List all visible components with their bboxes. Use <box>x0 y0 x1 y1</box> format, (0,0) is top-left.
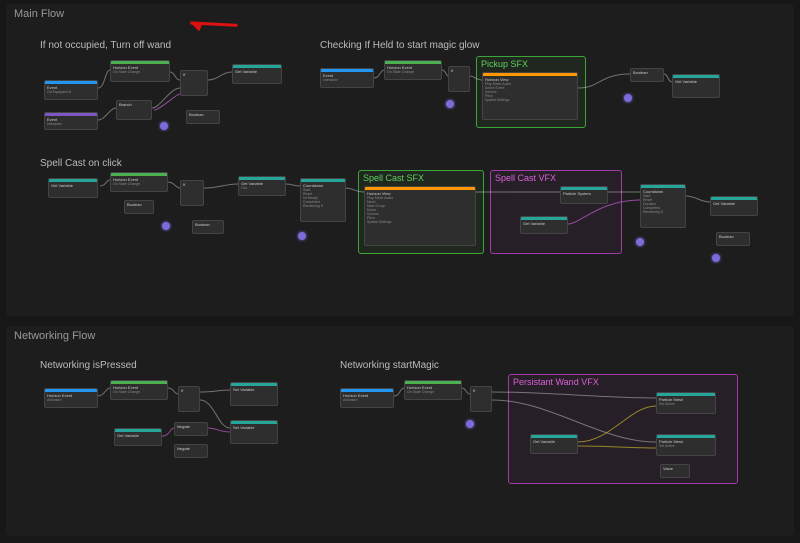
node-orb-3[interactable] <box>624 94 632 102</box>
node-play-audio-1[interactable]: Horizon View Play Mesh Audio Active Even… <box>482 72 578 120</box>
node-negate-2[interactable]: Negate <box>174 444 208 458</box>
node-set-variable-1[interactable]: Set Variable <box>230 382 278 406</box>
node-orb-4[interactable] <box>162 222 170 230</box>
node-net-event-1[interactable]: Horizon Event Activated <box>44 388 98 408</box>
node-branch[interactable]: Branch <box>116 100 152 120</box>
node-net-get-variable[interactable]: Get Variable <box>114 428 162 446</box>
node-boolean-2[interactable]: Boolean <box>630 68 664 82</box>
node-net-if-2[interactable]: If <box>470 386 492 412</box>
node-net-state-1[interactable]: Horizon Event On State Change <box>110 380 168 400</box>
node-orb-1[interactable] <box>160 122 168 130</box>
section-title-networking: Networking Flow <box>6 326 794 346</box>
node-set-active-1[interactable]: Particle Mesh Set Active <box>656 392 716 414</box>
node-set-active-2[interactable]: Particle Mesh Set Active <box>656 434 716 456</box>
node-particle-system[interactable]: Particle System <box>560 186 608 204</box>
node-orb-6[interactable] <box>636 238 644 246</box>
node-interactor-2[interactable]: Event Interactor <box>320 68 374 88</box>
node-if-2[interactable]: If <box>448 66 470 92</box>
node-boolean-3[interactable]: Boolean <box>716 232 750 246</box>
group-title-persist-vfx: Persistant Wand VFX <box>513 377 733 387</box>
node-interactor[interactable]: Event Interactor <box>44 112 98 130</box>
node-state-change-1[interactable]: Horizon Event On State Change <box>110 60 170 82</box>
node-net-get-variable-2[interactable]: Get Variable <box>530 434 578 454</box>
group-title-pickup-sfx: Pickup SFX <box>481 59 581 69</box>
node-set-variable-2[interactable]: Set Variable <box>230 420 278 444</box>
node-net-state-2[interactable]: Horizon Event On State Change <box>404 380 462 400</box>
node-get-variable-sc[interactable]: Get Variable <box>48 178 98 198</box>
node-get-variable-3[interactable]: Get Variable Out <box>238 176 286 196</box>
comment-turn-off-wand: If not occupied, Turn off wand <box>40 40 171 51</box>
node-state-change-3[interactable]: Horizon Event On State Change <box>110 172 168 192</box>
node-get-variable-2[interactable]: Get Variable <box>672 74 720 98</box>
node-orb-5[interactable] <box>298 232 306 240</box>
comment-networking-ispressed: Networking isPressed <box>40 360 137 371</box>
group-persistant-wand-vfx[interactable]: Persistant Wand VFX <box>508 374 738 484</box>
node-orb-8[interactable] <box>466 420 474 428</box>
node-orb-2[interactable] <box>446 100 454 108</box>
group-title-spell-sfx: Spell Cast SFX <box>363 173 479 183</box>
node-value[interactable]: Value <box>660 464 690 478</box>
group-spell-cast-vfx[interactable]: Spell Cast VFX <box>490 170 622 254</box>
node-countdown-1[interactable]: Countdown Start Reset Int Ready Complete… <box>300 178 346 222</box>
node-if-1[interactable]: If <box>180 70 208 96</box>
node-boolean-sc2[interactable]: Boolean <box>192 220 224 234</box>
node-get-variable-5[interactable]: Get Variable <box>710 196 758 216</box>
comment-networking-startmagic: Networking startMagic <box>340 360 439 371</box>
node-boolean-sc[interactable]: Boolean <box>124 200 154 214</box>
node-if-3[interactable]: If <box>180 180 204 206</box>
node-get-variable-1[interactable]: Get Variable <box>232 64 282 84</box>
node-net-if-1[interactable]: If <box>178 386 200 412</box>
node-boolean-1[interactable]: Boolean <box>186 110 220 124</box>
node-countdown-2[interactable]: Countdown Start Reset Duration Completed… <box>640 184 686 228</box>
comment-check-held: Checking If Held to start magic glow <box>320 40 480 51</box>
node-get-variable-4[interactable]: Get Variable <box>520 216 568 234</box>
node-negate-1[interactable]: Negate <box>174 422 208 436</box>
node-state-change-2[interactable]: Horizon Event On State Change <box>384 60 442 80</box>
group-title-spell-vfx: Spell Cast VFX <box>495 173 617 183</box>
node-on-equipped[interactable]: Event On Equipped M <box>44 80 98 100</box>
node-play-audio-2[interactable]: Horizon View Play Mesh Audio Mesh Main G… <box>364 186 476 246</box>
node-net-event-2[interactable]: Horizon Event Activated <box>340 388 394 408</box>
section-title-main: Main Flow <box>6 4 794 24</box>
comment-spell-cast: Spell Cast on click <box>40 158 122 169</box>
node-orb-7[interactable] <box>712 254 720 262</box>
